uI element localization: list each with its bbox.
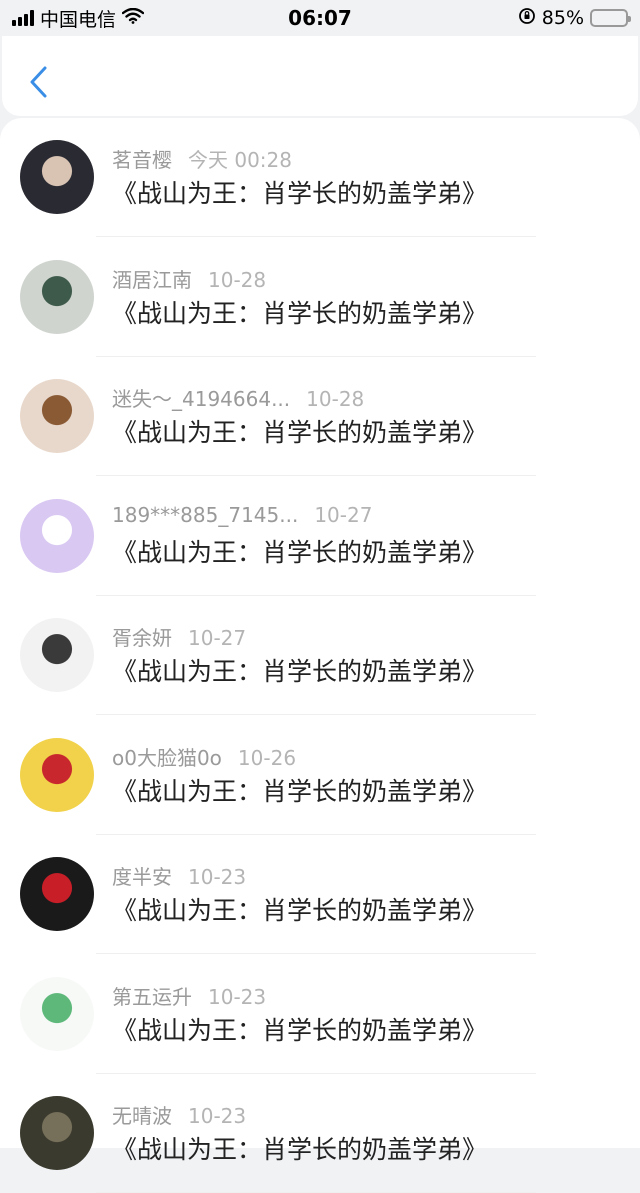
item-meta: 无晴波 10-23 [112,1100,246,1129]
avatar[interactable] [20,498,94,573]
avatar[interactable] [20,857,94,931]
status-bar: 中国电信 06:07 85% [0,0,640,36]
item-time: 10-23 [208,984,267,1009]
list-item[interactable]: 迷失～_4194664... 10-28 《战山为王：肖学长的奶盖学弟》 [0,357,640,476]
book-title[interactable]: 《战山为王：肖学长的奶盖学弟》 [112,174,487,210]
book-title[interactable]: 《战山为王：肖学长的奶盖学弟》 [112,1011,487,1047]
list-item[interactable]: 胥余妍 10-27 《战山为王：肖学长的奶盖学弟》 [0,596,640,715]
avatar[interactable] [20,737,94,812]
user-name[interactable]: o0大脸猫0o [112,746,222,770]
avatar[interactable] [20,259,94,334]
item-time: 今天 00:28 [188,148,292,172]
book-title[interactable]: 《战山为王：肖学长的奶盖学弟》 [112,652,487,688]
book-title[interactable]: 《战山为王：肖学长的奶盖学弟》 [112,772,487,808]
item-meta: 茗音樱 今天 00:28 [112,144,292,173]
book-title[interactable]: 《战山为王：肖学长的奶盖学弟》 [112,1130,487,1166]
nav-header [2,36,638,116]
item-time: 10-27 [188,626,247,650]
list-item[interactable]: 度半安 10-23 《战山为王：肖学长的奶盖学弟》 [0,835,640,954]
list-item[interactable]: 无晴波 10-23 《战山为王：肖学长的奶盖学弟》 [0,1074,640,1193]
user-name[interactable]: 度半安 [112,865,172,889]
message-list: 茗音樱 今天 00:28 《战山为王：肖学长的奶盖学弟》 酒居江南 10-28 《战山为王… [0,118,640,1193]
item-time: 10-27 [314,502,373,527]
item-meta: 酒居江南 10-28 [112,264,266,293]
book-title[interactable]: 《战山为王：肖学长的奶盖学弟》 [112,533,487,569]
book-title[interactable]: 《战山为王：肖学长的奶盖学弟》 [112,294,487,330]
chevron-left-icon [30,66,47,98]
back-button[interactable] [24,62,52,102]
avatar[interactable] [20,379,94,453]
list-item[interactable]: 茗音樱 今天 00:28 《战山为王：肖学长的奶盖学弟》 [0,118,640,237]
item-meta: 第五运升 10-23 [112,981,266,1010]
avatar[interactable] [20,1096,94,1170]
user-name[interactable]: 189***885_7145... [112,503,298,527]
status-time: 06:07 [288,6,352,30]
item-time: 10-28 [306,387,365,411]
user-name[interactable]: 酒居江南 [112,268,192,292]
list-item[interactable]: 酒居江南 10-28 《战山为王：肖学长的奶盖学弟》 [0,238,640,357]
user-name[interactable]: 迷失～_4194664... [112,387,290,411]
item-meta: 189***885_7145... 10-27 [112,503,372,527]
user-name[interactable]: 茗音樱 [112,148,172,172]
user-name[interactable]: 第五运升 [112,985,192,1009]
user-name[interactable]: 胥余妍 [112,626,172,650]
item-time: 10-23 [188,1104,247,1128]
battery-icon [590,9,631,27]
book-title[interactable]: 《战山为王：肖学长的奶盖学弟》 [112,413,487,449]
user-name[interactable]: 无晴波 [112,1104,172,1128]
list-item[interactable]: 189***885_7145... 10-27 《战山为王：肖学长的奶盖学弟》 [0,477,640,596]
item-meta: 迷失～_4194664... 10-28 [112,383,364,412]
avatar[interactable] [20,618,94,692]
avatar[interactable] [20,140,94,214]
list-item[interactable]: o0大脸猫0o 10-26 《战山为王：肖学长的奶盖学弟》 [0,716,640,835]
item-time: 10-28 [208,267,267,292]
list-item[interactable]: 第五运升 10-23 《战山为王：肖学长的奶盖学弟》 [0,955,640,1074]
avatar[interactable] [20,976,94,1051]
item-time: 10-23 [188,865,247,889]
item-meta: 胥余妍 10-27 [112,622,246,651]
book-title[interactable]: 《战山为王：肖学长的奶盖学弟》 [112,891,487,927]
item-time: 10-26 [237,745,297,770]
item-meta: o0大脸猫0o 10-26 [112,742,296,771]
item-meta: 度半安 10-23 [112,861,246,890]
